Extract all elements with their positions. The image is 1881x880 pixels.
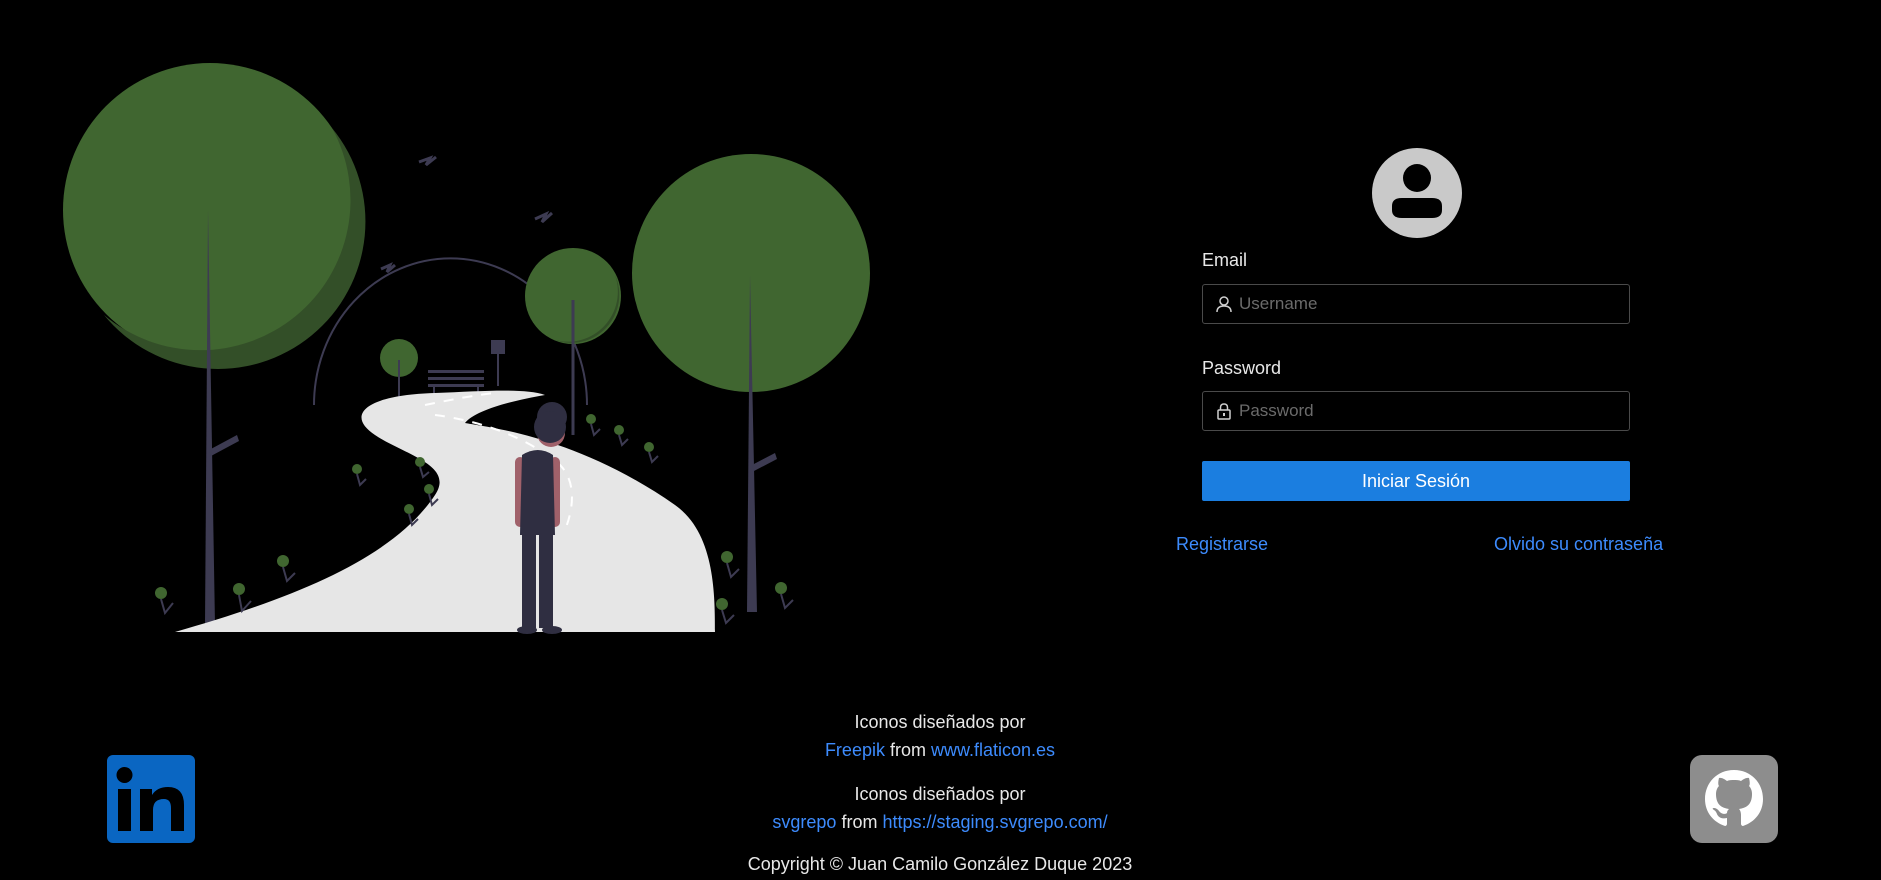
user-circle-icon [1372, 148, 1462, 238]
password-input[interactable] [1239, 392, 1619, 430]
register-link[interactable]: Registrarse [1176, 534, 1268, 555]
credits-svgrepo: Iconos diseñados por svgrepo from https:… [620, 780, 1260, 836]
svgrepo-author-link[interactable]: svgrepo [772, 812, 836, 832]
credits-text: Iconos diseñados por [854, 712, 1026, 732]
email-field[interactable] [1202, 284, 1630, 324]
forgot-password-link[interactable]: Olvido su contraseña [1494, 534, 1663, 555]
lock-icon [1215, 402, 1233, 420]
credits-from: from [889, 740, 926, 760]
user-icon [1215, 295, 1233, 313]
linkedin-icon[interactable] [107, 755, 195, 843]
copyright: Copyright © Juan Camilo González Duque 2… [747, 854, 1133, 874]
credits-text: Iconos diseñados por [854, 784, 1026, 804]
flaticon-link[interactable]: www.flaticon.es [931, 740, 1055, 760]
freepik-link[interactable]: Freepik [825, 740, 885, 760]
password-field[interactable] [1202, 391, 1630, 431]
github-icon[interactable] [1690, 755, 1778, 843]
hero-illustration [55, 55, 875, 645]
email-input[interactable] [1239, 285, 1619, 323]
credits-from: from [841, 812, 878, 832]
credits-flaticon: Iconos diseñados por Freepik from www.fl… [620, 708, 1260, 764]
svgrepo-site-link[interactable]: https://staging.svgrepo.com/ [882, 812, 1107, 832]
password-label: Password [1202, 358, 1282, 378]
email-label: Email [1202, 250, 1248, 270]
login-button[interactable]: Iniciar Sesión [1202, 461, 1630, 501]
